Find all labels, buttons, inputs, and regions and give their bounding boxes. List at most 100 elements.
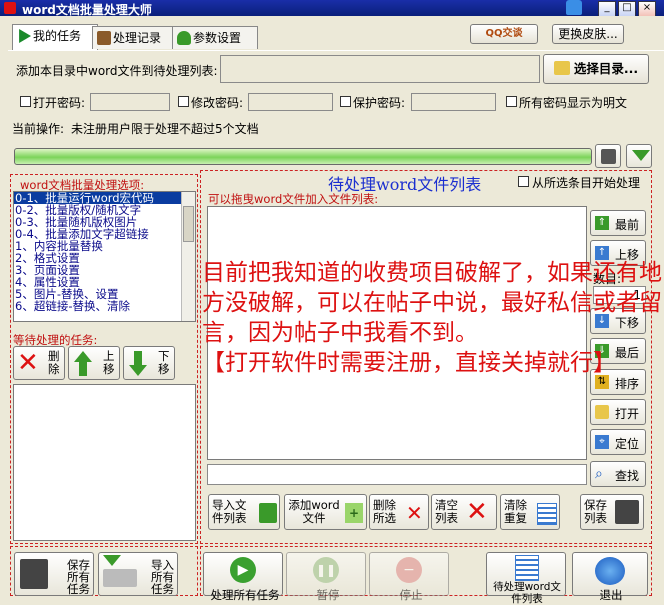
open-button[interactable]: 打开: [590, 399, 646, 425]
download-button[interactable]: [626, 144, 652, 168]
exit-icon: [595, 557, 625, 585]
status-text: 未注册用户限于处理不超过5个文档: [71, 122, 259, 136]
open-password-checkbox[interactable]: [20, 96, 31, 107]
search-input[interactable]: [207, 464, 587, 485]
progress-bar: [14, 148, 592, 165]
show-plain-checkbox[interactable]: [506, 96, 517, 107]
app-icon: [4, 2, 16, 14]
dir-input[interactable]: [220, 55, 540, 83]
tab-label: 我的任务: [33, 29, 82, 43]
option-item[interactable]: 6、超链接-替换、清除: [14, 300, 195, 312]
move-task-up-button[interactable]: 上移: [68, 346, 120, 380]
select-dir-button[interactable]: 选择目录...: [543, 54, 649, 84]
save-list-button[interactable]: 保存列表: [580, 494, 644, 530]
save-progress-button[interactable]: [595, 144, 621, 168]
modify-password-field[interactable]: [248, 93, 333, 111]
options-list[interactable]: 0-1、批量运行word宏代码 0-2、批量版权/随机文字 0-3、批量随机版权图片…: [13, 191, 196, 322]
clear-list-button[interactable]: 清空列表 ✕: [431, 494, 497, 530]
close-button[interactable]: ×: [638, 1, 656, 17]
move-task-down-button[interactable]: 下移: [123, 346, 175, 380]
locate-button[interactable]: ⌖ 定位: [590, 429, 646, 455]
locate-icon: ⌖: [595, 435, 609, 449]
arrow-down-icon: [129, 365, 147, 376]
delete-task-label: 删除: [48, 349, 60, 376]
tab-my-tasks[interactable]: 我的任务: [12, 24, 98, 51]
tab-history[interactable]: 处理记录: [92, 26, 176, 49]
pause-button[interactable]: ❚❚ 暂停: [286, 552, 366, 602]
locate-label: 定位: [615, 437, 640, 451]
modify-password-checkbox[interactable]: [178, 96, 189, 107]
qq-chat-button[interactable]: QQ交谈: [470, 24, 538, 44]
clear-duplicates-label: 清除重复: [504, 498, 527, 525]
add-icon: +: [345, 503, 363, 523]
save-all-tasks-label: 保存所有任务: [67, 558, 90, 596]
overlay-annotation: 目前把我知道的收费项目破解了，如果还有地方没破解，可以在帖子中说，最好私信或者留…: [202, 258, 664, 378]
floppy-icon: [615, 500, 639, 524]
delete-selected-button[interactable]: 删除所选 ✕: [369, 494, 429, 530]
drag-hint: 可以拖曳word文件加入文件列表:: [208, 192, 379, 206]
add-word-label: 添加word文件: [288, 498, 340, 525]
move-to-top-button[interactable]: ⇑ 最前: [590, 210, 646, 236]
delete-icon: ✕: [17, 348, 39, 378]
clear-list-label: 清空列表: [435, 498, 458, 525]
pending-list-button[interactable]: 待处理word文件列表: [486, 552, 566, 605]
import-arrow-icon: [103, 555, 121, 566]
open-password-field[interactable]: [90, 93, 170, 111]
overlay-paragraph-1: 目前把我知道的收费项目破解了，如果还有地方没破解，可以在帖子中说，最好私信或者留…: [202, 260, 662, 346]
protect-password-field[interactable]: [411, 93, 496, 111]
tab-settings[interactable]: 参数设置: [172, 26, 258, 49]
move-task-down-label: 下移: [158, 349, 170, 376]
floppy-icon: [20, 559, 48, 589]
import-all-tasks-label: 导入所有任务: [151, 558, 174, 596]
download-icon: [632, 150, 650, 161]
import-all-tasks-button[interactable]: 导入所有任务: [98, 552, 178, 596]
tray-icon: [103, 569, 137, 587]
play-icon: [19, 29, 31, 43]
list-icon: [537, 503, 557, 525]
save-list-label: 保存列表: [584, 498, 607, 525]
save-all-tasks-button[interactable]: 保存所有任务: [14, 552, 94, 596]
stop-button[interactable]: − 停止: [369, 552, 449, 602]
delete-selected-label: 删除所选: [373, 498, 396, 525]
find-button[interactable]: ⌕ 查找: [590, 461, 646, 487]
minimize-button[interactable]: _: [598, 1, 616, 17]
find-label: 查找: [615, 469, 640, 483]
delete-selected-icon: ✕: [406, 501, 423, 525]
play-icon: ▶: [230, 557, 256, 583]
dir-label: 添加本目录中word文件到待处理列表:: [16, 64, 218, 78]
import-list-label: 导入文件列表: [212, 498, 247, 525]
delete-task-button[interactable]: ✕ 删除: [13, 346, 65, 380]
tab-label: 参数设置: [193, 31, 242, 45]
skin-shirt-icon[interactable]: [566, 0, 582, 15]
tasks-list[interactable]: [13, 384, 196, 541]
import-list-button[interactable]: 导入文件列表: [208, 494, 280, 530]
folder-icon: [553, 61, 570, 75]
change-skin-button[interactable]: 更换皮肤...: [552, 24, 624, 44]
arrow-up-icon: [74, 351, 92, 362]
options-scrollbar[interactable]: [181, 192, 195, 321]
tree-icon: [177, 31, 191, 45]
pending-list-label: 待处理word文件列表: [493, 581, 561, 605]
floppy-icon: [601, 149, 616, 164]
briefcase-icon: [97, 31, 111, 45]
process-all-label: 处理所有任务: [210, 588, 280, 602]
pause-icon: ❚❚: [313, 557, 339, 583]
modify-password-label: 修改密码:: [191, 96, 244, 110]
add-word-button[interactable]: 添加word文件 +: [284, 494, 367, 530]
top-icon: ⇑: [595, 216, 609, 230]
start-from-selected-checkbox[interactable]: [518, 176, 529, 187]
title-bar: word文档批量处理大师 _ □ ×: [0, 0, 664, 17]
open-label: 打开: [615, 407, 640, 421]
protect-password-label: 保护密码:: [353, 96, 406, 110]
start-from-selected-label: 从所选条目开始处理: [532, 176, 641, 190]
maximize-button[interactable]: □: [618, 1, 636, 17]
protect-password-checkbox[interactable]: [340, 96, 351, 107]
clear-duplicates-button[interactable]: 清除重复: [500, 494, 560, 530]
move-to-top-label: 最前: [615, 218, 640, 232]
stop-label: 停止: [399, 588, 423, 602]
qq-chat-label: QQ交谈: [485, 28, 523, 39]
overlay-paragraph-2: 【打开软件时需要注册，直接关掉就行】: [202, 350, 616, 376]
move-task-up-label: 上移: [103, 349, 115, 376]
process-all-button[interactable]: ▶ 处理所有任务: [203, 552, 283, 602]
exit-button[interactable]: 退出: [572, 552, 648, 602]
